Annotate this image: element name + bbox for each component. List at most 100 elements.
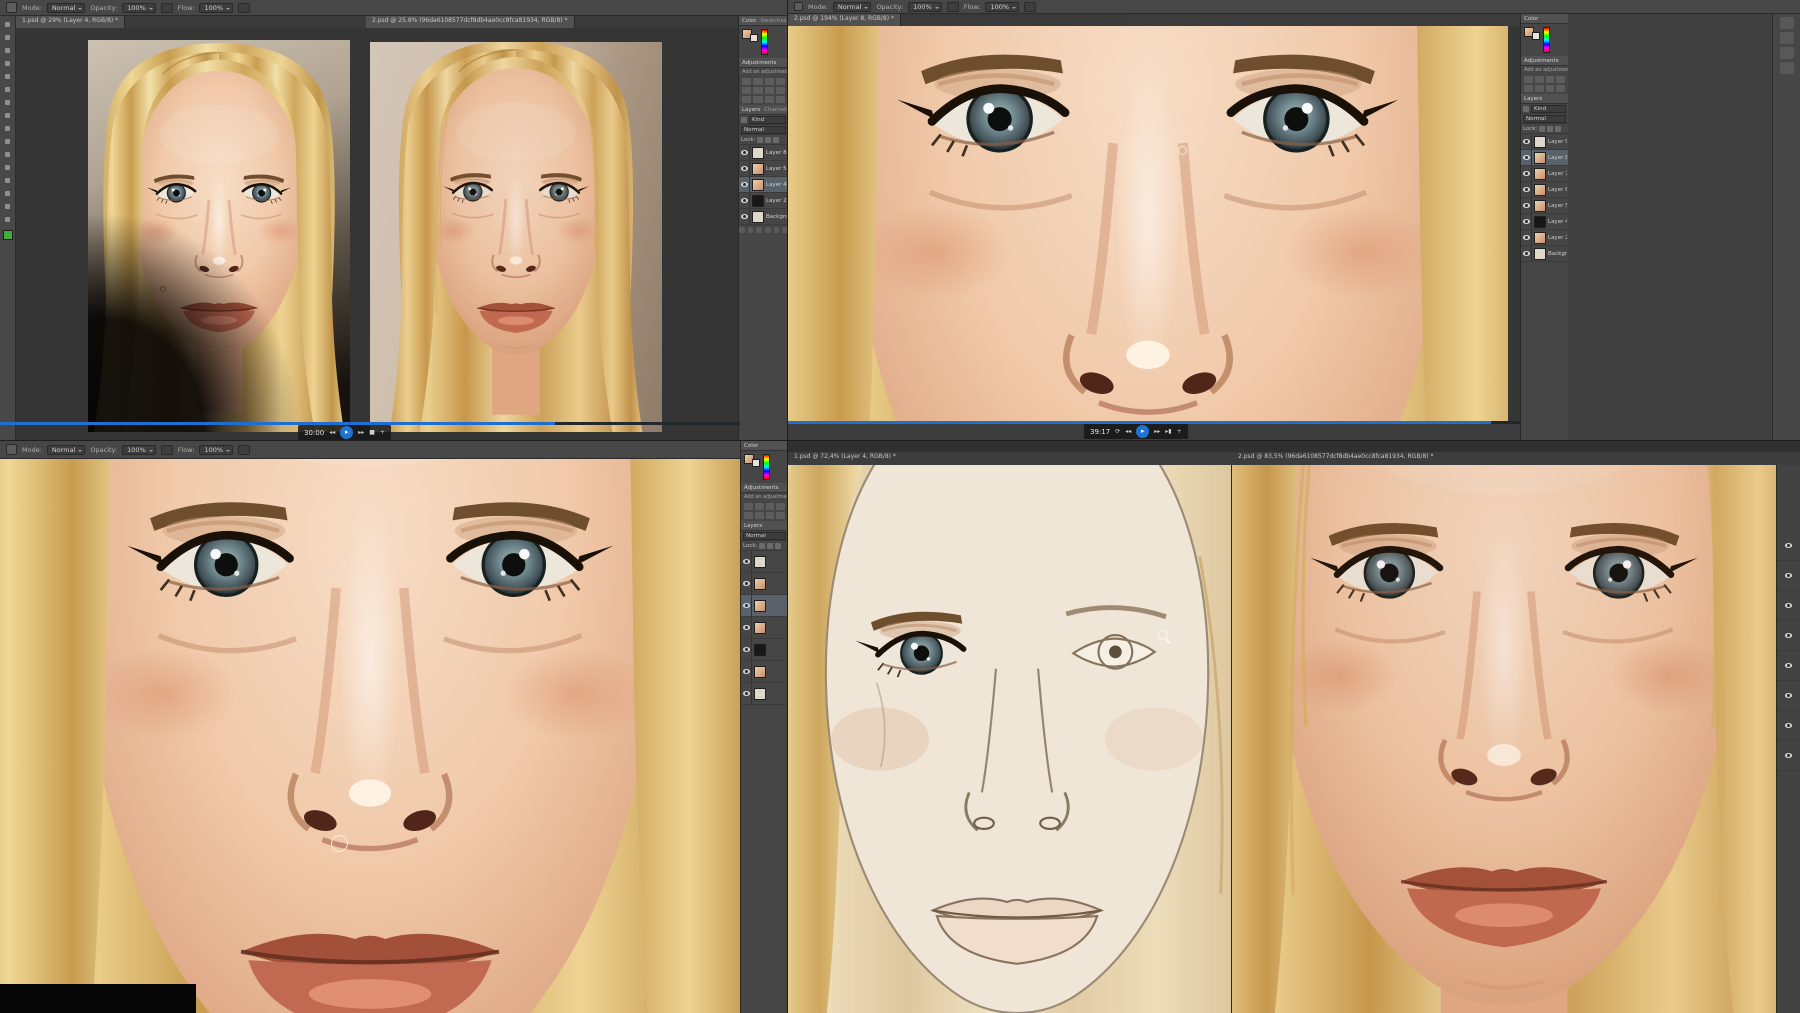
lock-all-icon[interactable] — [1555, 125, 1562, 132]
layer-thumbnail[interactable] — [1534, 247, 1546, 260]
layers-panel-tab[interactable]: Layers — [744, 523, 762, 529]
adjustment-icon[interactable] — [764, 78, 774, 85]
layer-thumbnail[interactable] — [754, 665, 766, 678]
hue-ramp[interactable] — [761, 29, 768, 55]
layer-row[interactable] — [1777, 531, 1800, 561]
rewind-button[interactable]: ◂◂ — [1125, 428, 1131, 435]
layer-visibility-toggle[interactable] — [1783, 711, 1794, 740]
adjustment-icon[interactable] — [1556, 85, 1565, 92]
layer-row-selected[interactable] — [741, 595, 787, 617]
kind-filter-dropdown[interactable]: Kind — [749, 115, 786, 124]
adjustment-icon[interactable] — [1524, 85, 1533, 92]
background-color-well[interactable] — [1532, 32, 1540, 40]
layer-style-icon[interactable] — [747, 227, 754, 233]
layers-panel-tab[interactable]: Layers — [742, 107, 760, 113]
collapsed-panel-icon[interactable] — [1779, 17, 1794, 29]
swatches-panel-tab[interactable]: Swatches — [760, 18, 786, 24]
reference-photo-image[interactable] — [370, 42, 662, 432]
blur-tool-icon[interactable] — [2, 175, 13, 186]
flow-dropdown[interactable]: 100% — [199, 444, 234, 455]
layer-row[interactable] — [741, 661, 787, 683]
layer-thumbnail[interactable] — [1534, 215, 1546, 228]
tablet-pressure-icon[interactable] — [946, 1, 959, 12]
lock-transparency-icon[interactable] — [1539, 125, 1546, 132]
layer-visibility-toggle[interactable] — [739, 209, 750, 224]
adjustment-icon[interactable] — [742, 87, 752, 94]
layer-row[interactable]: Layer 7 — [1521, 166, 1568, 182]
layer-visibility-toggle[interactable] — [1783, 651, 1794, 680]
layer-thumbnail[interactable] — [1534, 183, 1546, 196]
next-button[interactable]: ▸▮ — [1165, 428, 1171, 435]
layer-row[interactable] — [741, 551, 787, 573]
layer-thumbnail[interactable] — [1534, 199, 1546, 212]
sketch-image[interactable] — [788, 465, 1231, 1013]
painting-closeup-image[interactable] — [0, 459, 740, 1013]
layer-visibility-toggle[interactable] — [1521, 198, 1532, 213]
doc1-canvas[interactable] — [16, 28, 366, 440]
kind-filter-dropdown[interactable]: Kind — [1531, 104, 1566, 113]
layer-thumbnail[interactable] — [752, 146, 764, 159]
adjustment-icon[interactable] — [775, 78, 785, 85]
layer-thumbnail[interactable] — [1534, 151, 1546, 164]
airbrush-icon[interactable] — [238, 444, 251, 455]
flow-dropdown[interactable]: 100% — [199, 2, 234, 13]
layer-thumbnail[interactable] — [754, 643, 766, 656]
adjustment-icon[interactable] — [754, 503, 764, 510]
channels-panel-tab[interactable]: Channels — [764, 107, 787, 113]
layer-visibility-toggle[interactable] — [741, 661, 752, 682]
hue-ramp[interactable] — [1543, 27, 1550, 53]
doc-canvas[interactable] — [788, 26, 1520, 424]
rewind-button[interactable]: ◂◂ — [329, 429, 335, 436]
repeat-button[interactable]: ⟳ — [1115, 428, 1120, 435]
opacity-dropdown[interactable]: 100% — [122, 2, 156, 13]
layer-row-selected[interactable]: Layer 8 — [1521, 150, 1568, 166]
layer-row[interactable] — [741, 639, 787, 661]
color-panel-tab[interactable]: Color — [744, 443, 758, 449]
layer-thumbnail[interactable] — [752, 210, 764, 223]
adjustment-icon[interactable] — [754, 512, 764, 519]
layer-row[interactable]: Background — [1521, 246, 1568, 262]
collapsed-panel-icon[interactable] — [1779, 47, 1794, 59]
layers-panel-tab[interactable]: Layers — [1524, 96, 1542, 102]
color-panel-tab[interactable]: Color — [742, 18, 756, 24]
layer-row[interactable]: Layer 9 — [1521, 134, 1568, 150]
adjustment-icon[interactable] — [764, 87, 774, 94]
lock-all-icon[interactable] — [773, 136, 780, 143]
layer-thumbnail[interactable] — [1534, 231, 1546, 244]
adjustment-icon[interactable] — [742, 78, 752, 85]
adjustment-icon[interactable] — [1545, 85, 1555, 92]
quick-selection-tool-icon[interactable] — [2, 58, 13, 69]
layer-row[interactable]: Layer 8 — [739, 145, 787, 161]
layer-thumbnail[interactable] — [1534, 167, 1546, 180]
layer-visibility-toggle[interactable] — [741, 617, 752, 638]
mode-dropdown[interactable]: Normal — [46, 444, 86, 455]
layer-row[interactable] — [1777, 651, 1800, 681]
layer-visibility-toggle[interactable] — [739, 193, 750, 208]
layer-thumbnail[interactable] — [754, 621, 766, 634]
layer-visibility-toggle[interactable] — [1783, 561, 1794, 590]
move-tool-icon[interactable] — [2, 19, 13, 30]
eraser-tool-icon[interactable] — [2, 149, 13, 160]
layer-thumbnail[interactable] — [752, 178, 764, 191]
adjustment-icon[interactable] — [764, 96, 774, 103]
type-tool-icon[interactable] — [2, 214, 13, 225]
layer-mask-icon[interactable] — [756, 227, 762, 233]
clone-stamp-tool-icon[interactable] — [2, 123, 13, 134]
lock-pixels-icon[interactable] — [1547, 125, 1554, 132]
layer-row[interactable]: Layer 2 — [739, 193, 787, 209]
doc1-canvas[interactable] — [788, 465, 1232, 1013]
healing-tool-icon[interactable] — [2, 97, 13, 108]
adjustment-icon[interactable] — [742, 96, 752, 103]
layer-visibility-toggle[interactable] — [1521, 230, 1532, 245]
mode-dropdown[interactable]: Normal — [832, 1, 872, 12]
adjustment-icon[interactable] — [753, 78, 763, 85]
mode-dropdown[interactable]: Normal — [46, 2, 86, 13]
doc-title[interactable]: 2.psd @ 83,5% (96da6108577dcf8db4ae0cc8f… — [1232, 452, 1440, 465]
lasso-tool-icon[interactable] — [2, 45, 13, 56]
doc2-canvas[interactable] — [366, 28, 738, 440]
blend-mode-dropdown[interactable]: Normal — [1523, 114, 1566, 123]
lock-transparency-icon[interactable] — [757, 136, 764, 143]
opacity-dropdown[interactable]: 100% — [908, 1, 942, 12]
brush-tool-preview-icon[interactable] — [6, 2, 17, 13]
doc-canvas[interactable] — [0, 459, 740, 1013]
